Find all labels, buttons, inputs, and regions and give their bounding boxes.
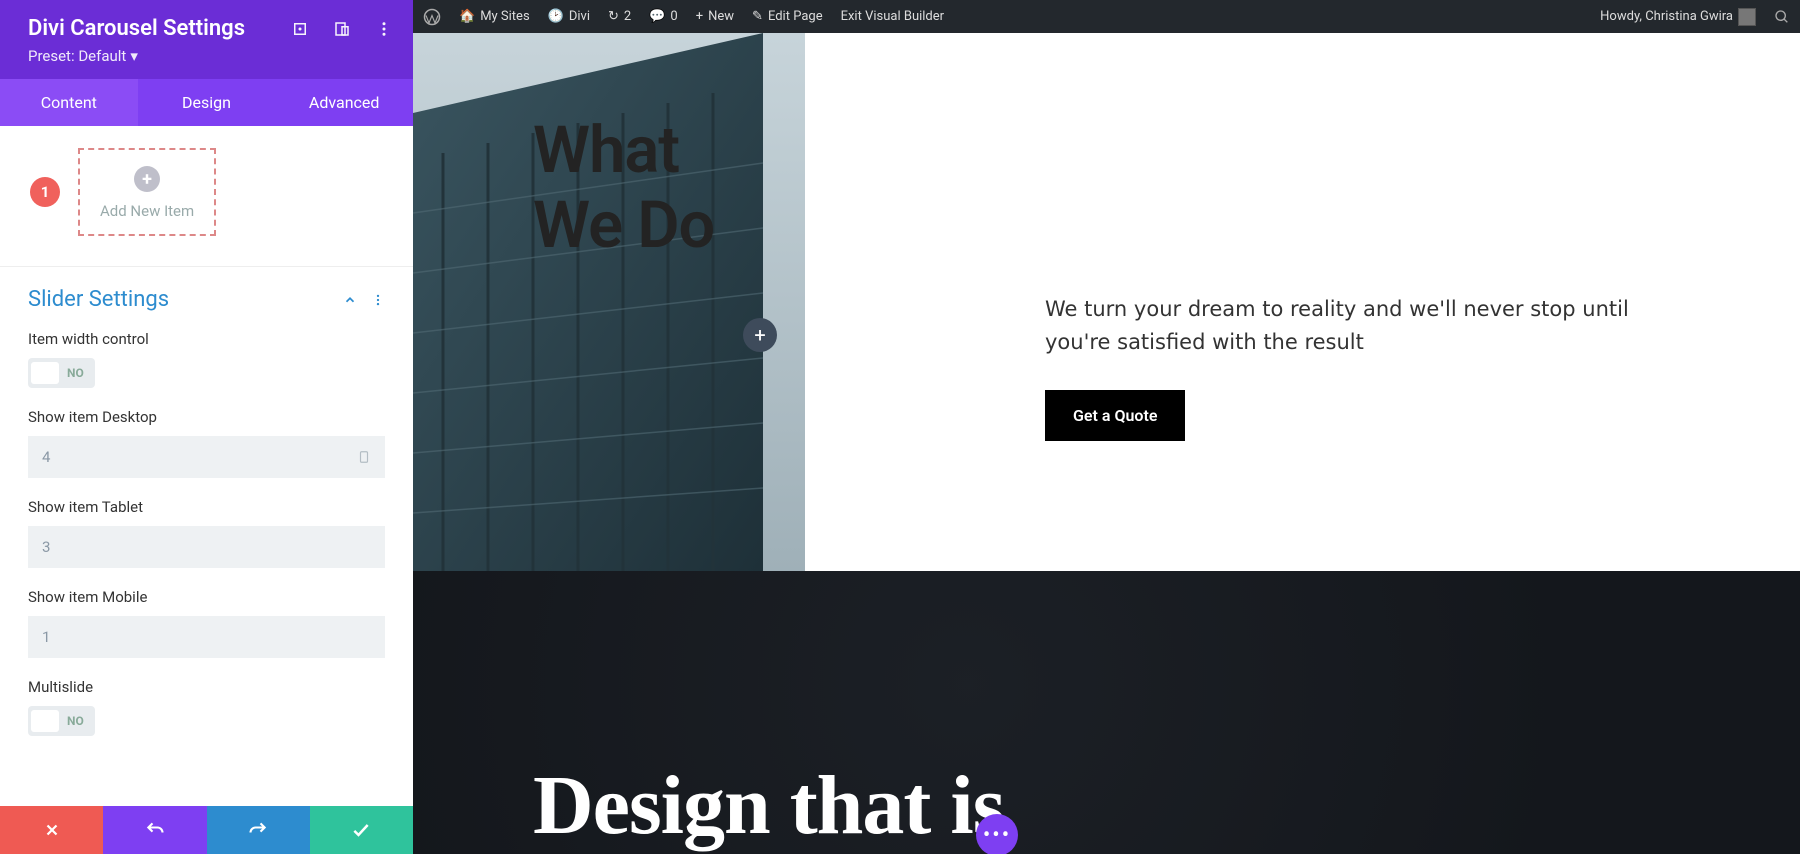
edit-label: Edit Page (768, 9, 823, 24)
toggle-knob (31, 710, 59, 732)
input-value: 3 (42, 538, 50, 556)
step-badge: 1 (30, 177, 60, 207)
toggle-knob (31, 362, 59, 384)
chevron-down-icon: ▾ (130, 47, 138, 65)
group-title: Slider Settings (28, 287, 169, 312)
gauge-icon: 🕑 (548, 9, 564, 24)
add-new-item-button[interactable]: + Add New Item (78, 148, 216, 236)
field-label: Show item Tablet (28, 498, 385, 516)
site-label: Divi (569, 9, 590, 24)
plus-icon: + (134, 166, 160, 192)
close-button[interactable] (0, 806, 103, 854)
cta-button[interactable]: Get a Quote (1045, 390, 1185, 441)
field-item-width-control: Item width control NO (28, 330, 385, 388)
input-show-mobile[interactable]: 1 (28, 616, 385, 658)
input-show-tablet[interactable]: 3 (28, 526, 385, 568)
comments-link[interactable]: 💬0 (649, 9, 678, 24)
builder-fab-button[interactable]: ••• (976, 814, 1018, 854)
page-canvas: What We Do + We turn your dream to reali… (413, 33, 1800, 854)
field-label: Show item Desktop (28, 408, 385, 426)
add-module-button[interactable]: + (743, 318, 777, 352)
redo-button[interactable] (207, 806, 310, 854)
toggle-item-width-control[interactable]: NO (28, 358, 95, 388)
field-multislide: Multislide NO (28, 678, 385, 736)
plus-icon: + (696, 9, 703, 24)
updates-count: 2 (624, 9, 631, 24)
save-button[interactable] (310, 806, 413, 854)
tab-content[interactable]: Content (0, 79, 138, 126)
hero-section: What We Do + We turn your dream to reali… (413, 33, 1800, 571)
device-icon (357, 448, 371, 466)
hero-mid (805, 33, 995, 571)
sidebar-header: Divi Carousel Settings Preset: Default ▾ (0, 0, 413, 79)
preset-selector[interactable]: Preset: Default ▾ (28, 47, 393, 65)
refresh-icon: ↻ (608, 9, 619, 24)
settings-sidebar: Divi Carousel Settings Preset: Default ▾… (0, 0, 413, 854)
wp-logo-icon[interactable] (423, 8, 441, 26)
site-link[interactable]: 🕑 Divi (548, 9, 590, 24)
field-label: Item width control (28, 330, 385, 348)
wp-admin-bar: 🏠My Sites 🕑Divi ↻2 💬0 +New ✎Edit Page Ex… (413, 0, 1800, 33)
sites-icon: 🏠 (459, 9, 475, 24)
my-sites-label: My Sites (480, 9, 529, 24)
preset-label: Preset: Default (28, 47, 126, 65)
sidebar-title: Divi Carousel Settings (28, 16, 245, 41)
slider-settings-group: Slider Settings Item width control NO Sh… (0, 267, 413, 764)
tab-design[interactable]: Design (138, 79, 276, 126)
toggle-state: NO (59, 366, 92, 380)
my-sites-link[interactable]: 🏠 My Sites (459, 9, 530, 24)
field-show-desktop: Show item Desktop 4 (28, 408, 385, 478)
toggle-multislide[interactable]: NO (28, 706, 95, 736)
hero-heading-line1: What (533, 113, 714, 188)
field-label: Multislide (28, 678, 385, 696)
field-show-tablet: Show item Tablet 3 (28, 498, 385, 568)
exit-visual-builder-link[interactable]: Exit Visual Builder (841, 9, 944, 24)
field-show-mobile: Show item Mobile 1 (28, 588, 385, 658)
howdy-label: Howdy, Christina Gwira (1600, 9, 1733, 24)
input-show-desktop[interactable]: 4 (28, 436, 385, 478)
hero-heading: What We Do (533, 113, 714, 263)
add-item-zone: 1 + Add New Item (0, 126, 413, 267)
hero-right: We turn your dream to reality and we'll … (995, 33, 1800, 571)
sidebar-footer (0, 806, 413, 854)
edit-page-link[interactable]: ✎ Edit Page (752, 9, 823, 24)
band-heading: Design that is (533, 764, 1004, 854)
field-label: Show item Mobile (28, 588, 385, 606)
add-new-item-label: Add New Item (100, 202, 194, 220)
responsive-icon[interactable] (333, 20, 351, 38)
comments-count: 0 (670, 9, 677, 24)
sidebar-body: 1 + Add New Item Slider Settings Item wi… (0, 126, 413, 806)
updates-link[interactable]: ↻2 (608, 9, 631, 24)
dark-band: Design that is ••• (413, 571, 1800, 854)
main-canvas: 🏠My Sites 🕑Divi ↻2 💬0 +New ✎Edit Page Ex… (413, 0, 1800, 854)
pencil-icon: ✎ (752, 9, 763, 24)
group-more-icon[interactable] (371, 293, 385, 307)
new-label: New (708, 9, 734, 24)
new-link[interactable]: + New (696, 9, 734, 24)
collapse-icon[interactable] (343, 293, 357, 307)
comment-icon: 💬 (649, 9, 665, 24)
avatar (1738, 8, 1756, 26)
input-value: 1 (42, 628, 50, 646)
hero-paragraph: We turn your dream to reality and we'll … (1045, 293, 1670, 358)
tab-advanced[interactable]: Advanced (275, 79, 413, 126)
undo-button[interactable] (103, 806, 206, 854)
more-icon[interactable] (375, 20, 393, 38)
howdy-link[interactable]: Howdy, Christina Gwira (1600, 8, 1756, 26)
hero-heading-line2: We Do (533, 188, 714, 263)
expand-icon[interactable] (291, 20, 309, 38)
input-value: 4 (42, 448, 50, 466)
toggle-state: NO (59, 714, 92, 728)
search-icon[interactable] (1774, 9, 1790, 25)
sidebar-tabs: Content Design Advanced (0, 79, 413, 126)
